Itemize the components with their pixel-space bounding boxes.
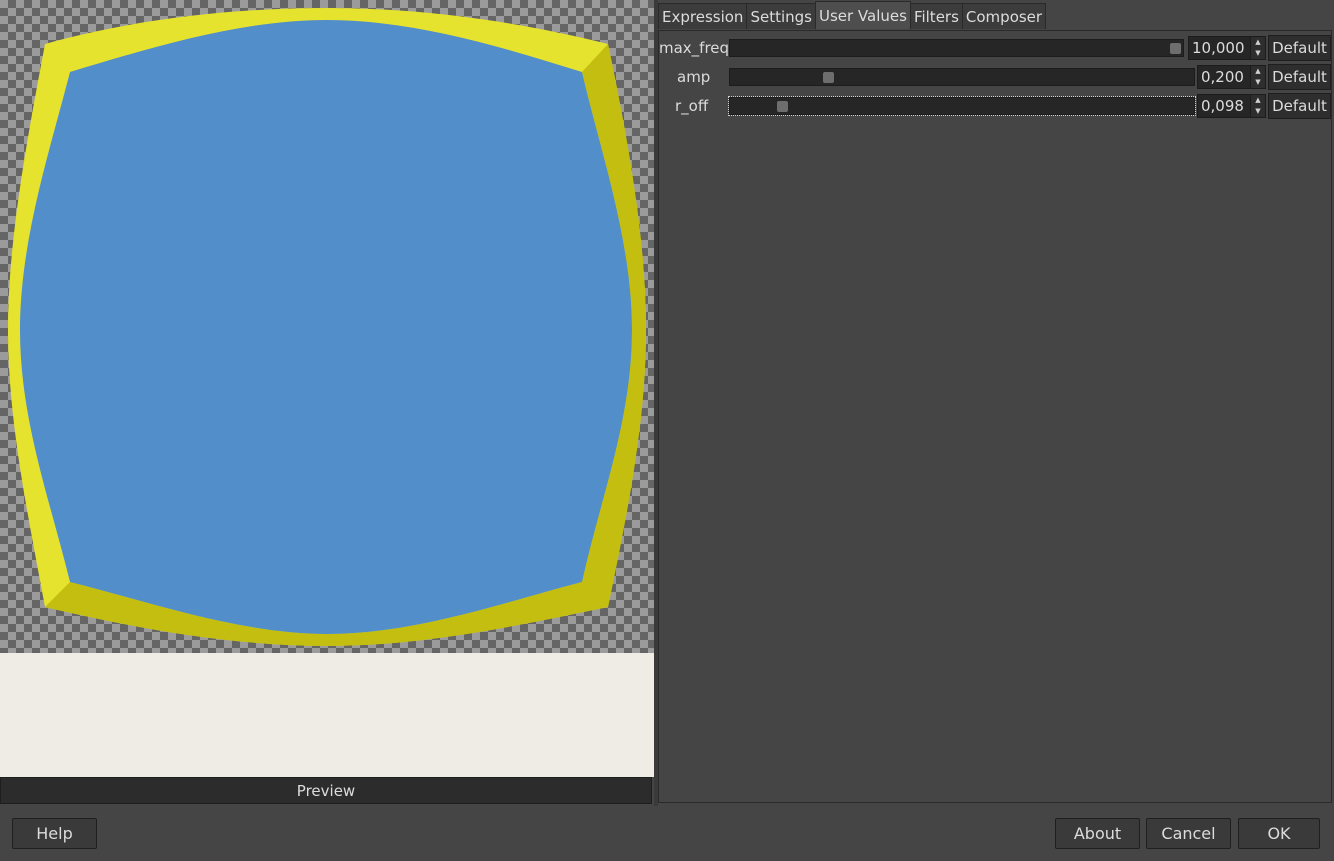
preview-button[interactable]: Preview xyxy=(0,777,652,804)
ok-button[interactable]: OK xyxy=(1238,818,1320,849)
r-off-default-button[interactable]: Default xyxy=(1268,93,1331,119)
tab-bar: Expression Settings User Values Filters … xyxy=(658,1,1047,30)
user-value-row: amp ▲ ▼ Default xyxy=(659,64,1331,90)
tab-composer[interactable]: Composer xyxy=(961,3,1047,29)
max-freq-slider[interactable] xyxy=(729,39,1184,57)
amp-slider[interactable] xyxy=(729,68,1195,86)
spin-up-icon[interactable]: ▲ xyxy=(1251,66,1265,77)
slider-handle[interactable] xyxy=(822,72,834,83)
help-button[interactable]: Help xyxy=(12,818,97,849)
user-value-label: r_off xyxy=(675,97,709,115)
user-value-label: amp xyxy=(677,68,711,86)
user-value-row: r_off ▲ ▼ Default xyxy=(659,93,1331,119)
spin-arrows[interactable]: ▲ ▼ xyxy=(1250,95,1265,117)
preview-empty-area xyxy=(0,653,654,777)
max-freq-spinbox[interactable]: ▲ ▼ xyxy=(1188,36,1266,60)
tab-expression[interactable]: Expression xyxy=(658,3,748,29)
spin-arrows[interactable]: ▲ ▼ xyxy=(1250,37,1265,59)
amp-spinbox[interactable]: ▲ ▼ xyxy=(1197,65,1266,89)
cancel-button[interactable]: Cancel xyxy=(1146,818,1231,849)
preview-canvas xyxy=(0,0,654,653)
spin-arrows[interactable]: ▲ ▼ xyxy=(1250,66,1265,88)
amp-default-button[interactable]: Default xyxy=(1268,64,1331,90)
r-off-slider[interactable] xyxy=(728,96,1196,116)
about-button[interactable]: About xyxy=(1055,818,1140,849)
spin-down-icon[interactable]: ▼ xyxy=(1251,106,1265,117)
spin-down-icon[interactable]: ▼ xyxy=(1251,77,1265,88)
user-value-label: max_freq xyxy=(659,39,730,57)
tab-settings[interactable]: Settings xyxy=(746,3,816,29)
preview-shape xyxy=(8,8,646,646)
tab-filters[interactable]: Filters xyxy=(909,3,963,29)
r-off-spinbox[interactable]: ▲ ▼ xyxy=(1197,94,1266,118)
slider-handle[interactable] xyxy=(1170,43,1181,54)
shape-fill xyxy=(20,20,632,634)
slider-handle[interactable] xyxy=(776,101,788,112)
spin-up-icon[interactable]: ▲ xyxy=(1251,37,1265,48)
preview-pane: Preview xyxy=(0,0,654,806)
max-freq-default-button[interactable]: Default xyxy=(1268,35,1331,61)
user-values-panel: max_freq ▲ ▼ Default amp ▲ ▼ Default xyxy=(658,30,1332,803)
user-value-row: max_freq ▲ ▼ Default xyxy=(659,35,1331,61)
spin-down-icon[interactable]: ▼ xyxy=(1251,48,1265,59)
spin-up-icon[interactable]: ▲ xyxy=(1251,95,1265,106)
tab-user-values[interactable]: User Values xyxy=(814,1,911,29)
